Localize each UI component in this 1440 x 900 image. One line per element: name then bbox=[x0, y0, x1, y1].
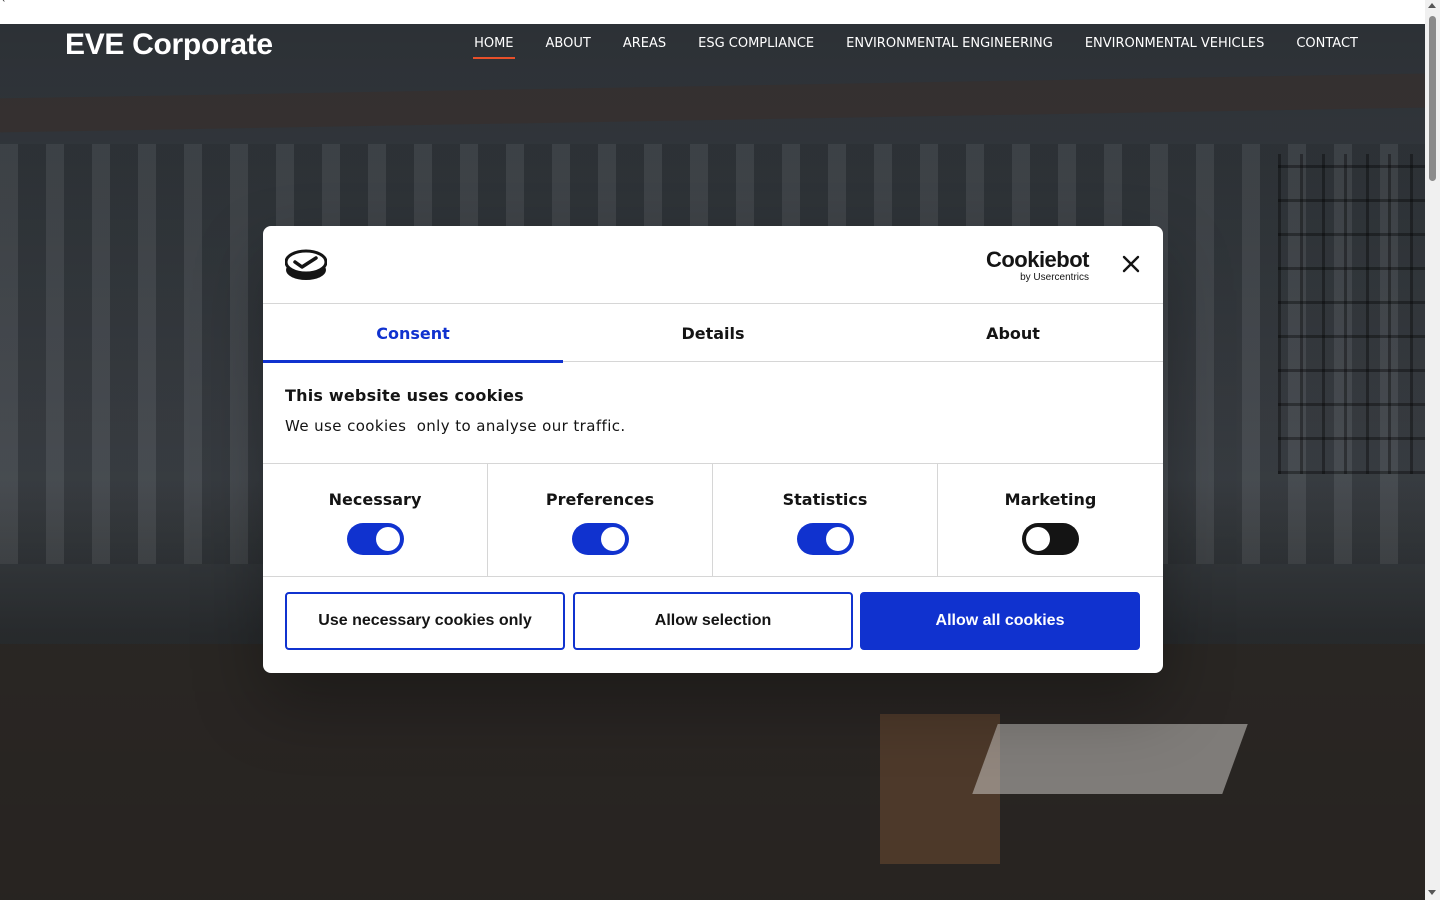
toggle-group-marketing: Marketing bbox=[938, 464, 1163, 576]
hero-table bbox=[972, 724, 1248, 794]
toggle-label-preferences: Preferences bbox=[545, 490, 655, 509]
use-necessary-only-button[interactable]: Use necessary cookies only bbox=[285, 592, 565, 650]
nav-contact[interactable]: CONTACT bbox=[1296, 36, 1358, 59]
close-icon[interactable] bbox=[1121, 252, 1141, 276]
nav-home[interactable]: HOME bbox=[473, 36, 516, 59]
tab-about[interactable]: About bbox=[863, 304, 1163, 362]
nav-environmental-engineering[interactable]: ENVIRONMENTAL ENGINEERING bbox=[846, 36, 1053, 59]
cookiebot-name: Cookiebot bbox=[985, 247, 1090, 272]
toggle-knob bbox=[825, 527, 850, 551]
nav-esg-compliance[interactable]: ESG COMPLIANCE bbox=[698, 36, 814, 59]
marketing-toggle[interactable] bbox=[1022, 523, 1079, 555]
toggle-knob bbox=[600, 527, 625, 551]
tab-details[interactable]: Details bbox=[563, 304, 863, 362]
cookiebot-logo[interactable]: Cookiebot by Usercentrics bbox=[985, 247, 1090, 284]
tab-consent[interactable]: Consent bbox=[263, 304, 563, 363]
toggle-label-necessary: Necessary bbox=[328, 490, 422, 509]
preferences-toggle[interactable] bbox=[571, 523, 629, 555]
consent-description: We use cookies only to analyse our traff… bbox=[285, 417, 626, 435]
page-scrollbar[interactable] bbox=[1425, 0, 1440, 900]
statistics-toggle[interactable] bbox=[796, 523, 854, 555]
consent-heading: This website uses cookies bbox=[285, 386, 524, 405]
main-nav: HOME ABOUT AREAS ESG COMPLIANCE ENVIRONM… bbox=[473, 36, 1358, 59]
toggle-group-preferences: Preferences bbox=[488, 464, 713, 576]
dialog-header: Cookiebot by Usercentrics bbox=[263, 226, 1163, 304]
stray-mark: ` bbox=[1, 0, 7, 12]
nav-about[interactable]: ABOUT bbox=[546, 36, 591, 59]
consent-body: This website uses cookies We use cookies… bbox=[285, 386, 626, 435]
toggle-knob bbox=[375, 527, 400, 551]
site-cookie-logo-icon bbox=[285, 249, 327, 280]
hero-beam bbox=[0, 73, 1425, 133]
toggle-group-necessary: Necessary bbox=[263, 464, 488, 576]
dialog-tabs: Consent Details About bbox=[263, 304, 1163, 363]
scroll-up-arrow-icon[interactable] bbox=[1428, 3, 1436, 8]
cookie-consent-dialog: Cookiebot by Usercentrics Consent Detail… bbox=[263, 226, 1163, 673]
scroll-down-arrow-icon[interactable] bbox=[1428, 890, 1436, 895]
site-logo[interactable]: EVE Corporate bbox=[65, 28, 273, 62]
necessary-toggle[interactable] bbox=[346, 523, 404, 555]
cookie-category-toggles: Necessary Preferences Statistics Marketi… bbox=[263, 463, 1163, 577]
toggle-label-statistics: Statistics bbox=[782, 490, 868, 509]
toggle-label-marketing: Marketing bbox=[1004, 490, 1097, 509]
nav-environmental-vehicles[interactable]: ENVIRONMENTAL VEHICLES bbox=[1085, 36, 1265, 59]
nav-areas[interactable]: AREAS bbox=[623, 36, 666, 59]
scrollbar-thumb[interactable] bbox=[1429, 16, 1436, 181]
cookiebot-by-line: by Usercentrics bbox=[1020, 272, 1089, 283]
toggle-knob bbox=[1026, 527, 1050, 551]
allow-selection-button[interactable]: Allow selection bbox=[573, 592, 853, 650]
hero-window bbox=[1278, 154, 1425, 474]
allow-all-cookies-button[interactable]: Allow all cookies bbox=[860, 592, 1140, 650]
top-strip: ` bbox=[0, 0, 1440, 24]
toggle-group-statistics: Statistics bbox=[713, 464, 938, 576]
